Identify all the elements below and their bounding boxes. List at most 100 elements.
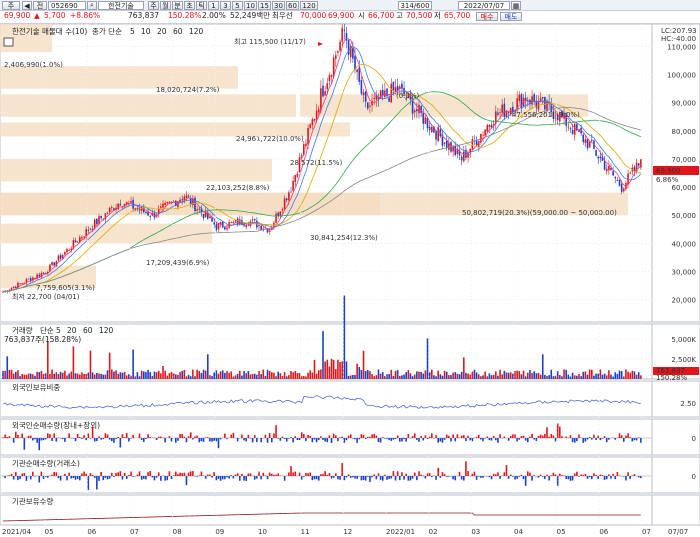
period-button[interactable]: 10 bbox=[244, 1, 257, 10]
back-button[interactable]: ◀ bbox=[22, 1, 32, 10]
foreign-net-bar bbox=[213, 438, 215, 441]
candle-body bbox=[111, 207, 113, 208]
all-button[interactable]: 전 bbox=[33, 1, 47, 10]
candle-body bbox=[303, 144, 305, 155]
period-button[interactable]: 1 bbox=[208, 1, 219, 10]
inst-net-bar bbox=[57, 476, 60, 479]
foreign-net-bar bbox=[196, 435, 198, 438]
foreign-net-bar bbox=[618, 433, 621, 438]
open-label: 시 bbox=[358, 11, 365, 20]
foreign-net-bar bbox=[294, 436, 297, 438]
foreign-net-bar bbox=[407, 434, 410, 438]
volume-bar bbox=[153, 371, 156, 379]
foreign-net-bar bbox=[497, 438, 499, 443]
foreign-net-bar bbox=[15, 431, 17, 438]
inst-net-bar bbox=[612, 473, 614, 476]
volume-bar bbox=[537, 372, 540, 379]
volume-bar bbox=[601, 374, 604, 379]
foreign-net-bar bbox=[322, 438, 324, 440]
x-axis-label: 07 bbox=[642, 528, 651, 536]
stock-chart[interactable]: 110,000100,00090,00080,00070,00060,00050… bbox=[0, 24, 700, 537]
period-button[interactable]: 30 bbox=[272, 1, 285, 10]
volume-bar bbox=[89, 350, 92, 379]
date-input[interactable]: 2022/07/07 bbox=[458, 1, 510, 10]
candle-body bbox=[616, 180, 619, 181]
inst-net-bar bbox=[580, 474, 582, 476]
volume-bar bbox=[211, 376, 213, 379]
foreign-net-bar bbox=[330, 438, 333, 443]
period-button[interactable]: 15 bbox=[258, 1, 271, 10]
inst-net-bar bbox=[405, 473, 407, 476]
volume-bar bbox=[266, 369, 269, 379]
volume-bar bbox=[10, 369, 13, 379]
inst-net-bar bbox=[143, 476, 145, 479]
inst-net-bar bbox=[209, 474, 211, 476]
volume-bar bbox=[362, 350, 365, 379]
volume-ratio: 150.28% bbox=[168, 11, 202, 20]
volume-bar bbox=[623, 376, 625, 379]
volume-bar bbox=[486, 376, 489, 379]
volume-bar bbox=[448, 375, 450, 379]
period-button[interactable]: 5 bbox=[232, 1, 243, 10]
inst-net-bar bbox=[352, 476, 354, 478]
inst-net-bar bbox=[335, 473, 337, 476]
inst-net-bar bbox=[262, 472, 265, 476]
volume-bar bbox=[132, 349, 134, 379]
period-button[interactable]: 120 bbox=[300, 1, 318, 10]
volume-bar bbox=[260, 374, 262, 379]
volume-bar bbox=[221, 370, 224, 379]
foreign-net-bar bbox=[482, 438, 484, 442]
foreign-net-bar bbox=[74, 438, 77, 442]
volume-bar bbox=[102, 374, 105, 379]
foreign-net-bar bbox=[189, 432, 192, 438]
inst-net-bar bbox=[157, 472, 160, 476]
period-button[interactable]: 60 bbox=[286, 1, 299, 10]
volume-bar bbox=[529, 369, 531, 379]
period-button[interactable]: 월 bbox=[160, 1, 171, 10]
volume-bar bbox=[32, 374, 34, 379]
foreign-net-bar bbox=[275, 425, 277, 438]
foreign-net-bar bbox=[194, 436, 196, 438]
volume-bar bbox=[275, 376, 277, 379]
foreign-net-bar bbox=[64, 438, 66, 442]
period-button[interactable]: 주 bbox=[148, 1, 159, 10]
search-icon[interactable]: ⌕ bbox=[87, 1, 97, 10]
inst-net-bar bbox=[561, 475, 563, 476]
sell-button[interactable]: 매도 bbox=[500, 12, 522, 21]
foreign-net-bar bbox=[108, 438, 111, 440]
foreign-net-bar bbox=[23, 438, 26, 450]
inst-net-bar bbox=[313, 476, 316, 480]
inst-net-bar bbox=[345, 476, 348, 478]
foreign-net-bar bbox=[369, 436, 371, 438]
foreign-net-bar bbox=[418, 438, 420, 442]
volume-bar bbox=[64, 370, 66, 379]
period-button[interactable]: 분 bbox=[172, 1, 183, 10]
foreign-net-bar bbox=[627, 433, 629, 438]
inst-net-bar bbox=[64, 473, 66, 476]
candle-body bbox=[281, 209, 284, 211]
buy-button[interactable]: 매수 bbox=[476, 12, 498, 21]
inst-net-bar bbox=[320, 474, 322, 476]
candle-body bbox=[258, 225, 260, 227]
calendar-icon[interactable]: ▦ bbox=[511, 1, 521, 10]
volume-bar bbox=[305, 376, 307, 379]
inst-net-bar bbox=[256, 476, 258, 479]
menu-button[interactable]: 주 bbox=[2, 1, 20, 10]
candle-body bbox=[221, 221, 224, 228]
volume-bar bbox=[518, 371, 521, 379]
inst-net-bar bbox=[149, 471, 151, 476]
foreign-net-bar bbox=[268, 433, 271, 438]
inst-net-bar bbox=[586, 476, 589, 479]
foreign-net-bar bbox=[524, 438, 527, 441]
inst-net-bar bbox=[34, 476, 36, 477]
code-input[interactable]: 052690 bbox=[48, 1, 86, 10]
volume-bar bbox=[298, 373, 301, 379]
volume-bar bbox=[209, 375, 211, 379]
volume-bar bbox=[108, 352, 111, 379]
period-button[interactable]: 초 bbox=[184, 1, 195, 10]
period-button[interactable]: 3 bbox=[220, 1, 231, 10]
period-button[interactable]: 틱 bbox=[196, 1, 207, 10]
volume-bar bbox=[249, 374, 252, 379]
foreign-net-bar bbox=[98, 436, 100, 438]
volume-bar bbox=[492, 375, 495, 379]
